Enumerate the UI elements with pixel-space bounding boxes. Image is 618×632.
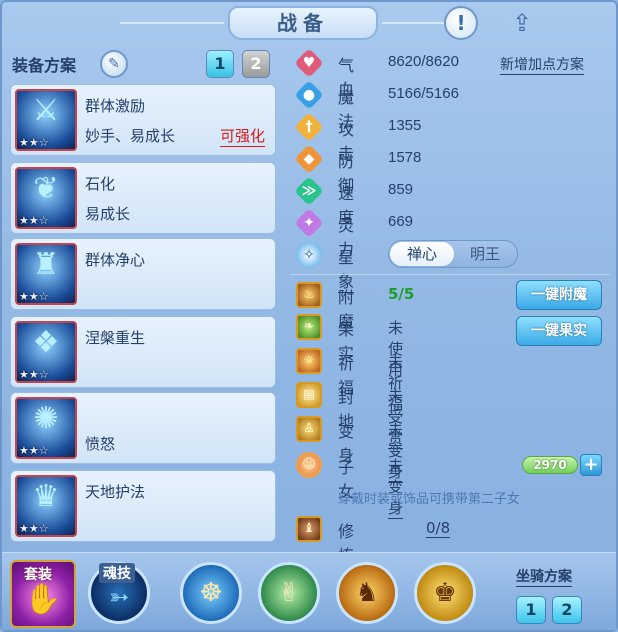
sword-icon: ⚔ ★★☆ [15,89,77,151]
skill-stars: ★★☆ [19,214,49,227]
skill-card-2[interactable]: ❦ ★★☆ 石化 易成长 [10,162,276,234]
cultivate-icon: ♝ [296,516,322,542]
mask-icon: ✺ ★★☆ [15,397,77,459]
mount-plan-label: 坐骑方案 [516,566,572,587]
soul-skill-label: 魂技 [99,563,135,583]
leaf-icon: ❧ [296,314,322,340]
page-title: 战备 [228,6,378,40]
skill-name: 群体净心 [85,251,146,269]
stat-value: 859 [388,181,414,198]
stat-value: 1355 [388,117,422,134]
divider [290,274,610,275]
skill-name: 群体激励 [85,97,146,115]
info-button[interactable]: ! [444,6,478,40]
share-button[interactable]: ⇪ [500,6,544,40]
cultivate-value[interactable]: 0/8 [426,519,451,538]
stat-value: 1578 [388,149,422,166]
skill-stars: ★★☆ [19,444,49,457]
guardian-icon: ♛ ★★☆ [15,475,77,537]
stat-value: 5166/5166 [388,85,459,102]
stat-value: 669 [388,213,414,230]
skill-stars: ★★☆ [19,522,49,535]
skill-traits: 妙手、易成长 [85,127,176,145]
bird-icon: ❦ ★★☆ [15,167,77,229]
one-click-enchant-button[interactable]: 一键附魔 [516,280,602,310]
star-sign-option-mingwang[interactable]: 明王 [453,242,517,266]
info-icon: ! [456,11,466,35]
skill-name: 涅槃重生 [85,329,146,347]
skill-name: 石化 [85,175,116,193]
equip-plan-header: 装备方案 ✎ 1 2 [12,50,274,78]
skill-card-1[interactable]: ⚔ ★★☆ 群体激励 妙手、易成长 可强化 [10,84,276,156]
sword-stat-icon: † [305,119,313,135]
star-sign-toggle[interactable]: 禅心 明王 [388,240,518,268]
skill-card-5[interactable]: ✺ ★★☆ 愤怒 [10,392,276,464]
lightning-icon: ≫ [301,183,317,199]
heart-icon: ♥ [302,55,316,71]
skill-name: 天地护法 [85,483,146,501]
pencil-icon: ✎ [108,56,120,72]
add-points-plan-link[interactable]: 新增加点方案 [500,54,584,75]
shield-icon: ◆ [303,151,315,167]
skill-stars: ★★☆ [19,368,49,381]
skill-traits: 愤怒 [85,435,116,453]
warrior-icon: ♜ ★★☆ [15,243,77,305]
share-icon: ⇪ [511,9,533,37]
stat-value: 8620/8620 [388,53,459,70]
title-decoration-right [382,22,452,24]
edit-plan-button[interactable]: ✎ [100,50,128,78]
suit-button[interactable]: 套装 ✋ [10,560,76,628]
star-sign-option-chanxin[interactable]: 禅心 [390,242,454,266]
phoenix-icon: ❖ ★★☆ [15,321,77,383]
mount-orb-monk-icon[interactable]: ☸ [180,562,242,624]
mount-plan-2-button[interactable]: 2 [552,596,582,624]
skill-traits: 易成长 [85,205,131,223]
title-decoration-left [120,22,224,24]
mount-orb-king-icon[interactable]: ♚ [414,562,476,624]
scroll-icon: ▤ [296,382,322,408]
one-click-fruit-button[interactable]: 一键果实 [516,316,602,346]
equip-plan-2-button[interactable]: 2 [242,50,270,78]
enhance-link[interactable]: 可强化 [219,125,265,147]
child-exp-bar: 2970 [522,456,578,474]
skill-card-3[interactable]: ♜ ★★☆ 群体净心 [10,238,276,310]
potion-icon: ● [302,87,316,103]
mount-orb-warrior-icon[interactable]: ♞ [336,562,398,624]
figure-icon: ♙ [296,416,322,442]
mount-plan-1-button[interactable]: 1 [516,596,546,624]
equip-plan-1-button[interactable]: 1 [206,50,234,78]
buff-value[interactable]: 未变身 [388,455,404,519]
blessing-icon: ☼ [296,348,322,374]
sparkle-icon: ✦ [303,215,315,231]
compass-icon: ✧ [296,242,322,268]
soul-skill-button[interactable]: 魂技 ➳ [88,562,150,624]
skill-card-4[interactable]: ❖ ★★☆ 涅槃重生 [10,316,276,388]
skill-card-6[interactable]: ♛ ★★☆ 天地护法 [10,470,276,542]
plus-icon: + [583,454,599,475]
hand-icon: ✋ [24,582,62,617]
enchant-icon: ♨ [296,282,322,308]
second-child-hint: 穿戴时装或饰品可携带第二子女 [338,492,521,507]
equip-plan-label: 装备方案 [12,56,77,75]
add-child-exp-button[interactable]: + [580,454,602,476]
suit-label: 套装 [24,567,52,583]
child-icon: ☺ [296,452,322,478]
mount-orb-hand-icon[interactable]: ✌ [258,562,320,624]
skill-stars: ★★☆ [19,290,49,303]
buff-value: 5/5 [388,285,415,303]
skill-stars: ★★☆ [19,136,49,149]
soul-icon: ➳ [108,583,130,611]
